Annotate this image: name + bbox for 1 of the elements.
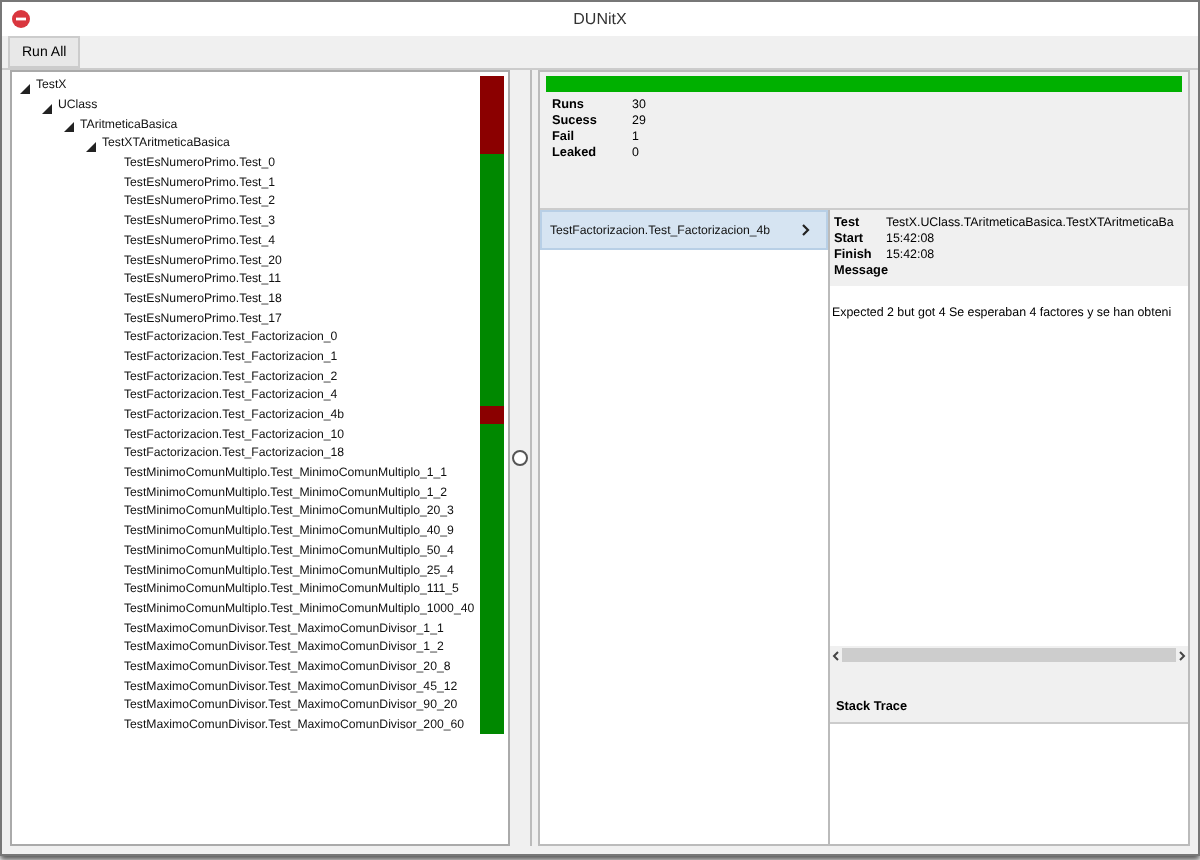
window-title: DUNitX bbox=[573, 10, 627, 28]
